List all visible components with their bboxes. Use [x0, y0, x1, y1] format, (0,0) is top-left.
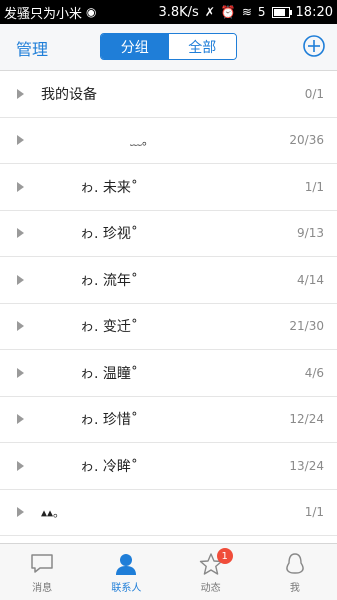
group-count: 21/30 [289, 319, 324, 334]
alarm-icon: ⏰ [220, 5, 236, 19]
clock: 18:20 [295, 4, 333, 20]
nav-messages[interactable]: 消息 [0, 544, 84, 600]
group-name: 我的设备 [41, 86, 97, 103]
group-list: 我的设备 0/1 ﹏。 20/36 ゎ. 未来˚ 1/1 ゎ. 珍视˚ 9/13… [0, 71, 337, 536]
group-name: ▴▴。 [41, 505, 66, 520]
group-name: ゎ. 珍视˚ [80, 226, 138, 243]
group-count: 20/36 [289, 133, 324, 148]
message-icon [31, 554, 53, 573]
mute-icon: ✗ [204, 5, 215, 19]
penguin-icon [286, 553, 304, 574]
group-row-my-devices[interactable]: 我的设备 0/1 [0, 71, 337, 118]
group-row[interactable]: ゎ. 冷眸˚ 13/24 [0, 443, 337, 490]
group-row[interactable]: ゎ. 温瞳˚ 4/6 [0, 350, 337, 397]
group-row[interactable]: ゎ. 未来˚ 1/1 [0, 164, 337, 211]
group-count: 1/1 [304, 505, 324, 520]
group-count: 4/6 [304, 365, 324, 380]
group-row[interactable]: ゎ. 流年˚ 4/14 [0, 257, 337, 304]
group-name: ゎ. 流年˚ [80, 272, 138, 289]
nav-feed[interactable]: 1 动态 [169, 544, 253, 600]
group-row[interactable]: ゎ. 珍惜˚ 12/24 [0, 396, 337, 443]
contacts-icon [116, 554, 137, 575]
manage-button[interactable]: 管理 [16, 36, 48, 60]
caret-right-icon [17, 367, 24, 378]
nav-label: 动态 [200, 583, 221, 594]
group-row[interactable]: ﹏。 20/36 [0, 117, 337, 164]
nav-label: 联系人 [111, 583, 142, 594]
status-bar: 发骚只为小米 ◉ 3.8K/s ✗ ⏰ ≋ 5 18:20 [0, 0, 337, 24]
caret-right-icon [17, 460, 24, 471]
group-row[interactable]: ゎ. 珍视˚ 9/13 [0, 210, 337, 257]
group-name: ゎ. 未来˚ [80, 179, 138, 196]
group-count: 4/14 [297, 272, 324, 287]
group-count: 1/1 [304, 179, 324, 194]
caret-right-icon [17, 88, 24, 99]
notification-badge: 1 [216, 548, 233, 564]
nav-me[interactable]: 我 [253, 544, 337, 600]
group-count: 9/13 [297, 226, 324, 241]
group-name: ゎ. 珍惜˚ [80, 412, 138, 429]
nav-label: 消息 [32, 583, 53, 594]
caret-right-icon [17, 507, 24, 518]
carrier-name: 发骚只为小米 [4, 6, 83, 22]
nav-contacts[interactable]: 联系人 [84, 544, 168, 600]
caret-right-icon [17, 321, 24, 332]
group-name: ﹏。 [130, 133, 155, 148]
caret-right-icon [17, 181, 24, 192]
wifi-icon: ◉ [86, 5, 97, 19]
group-name: ゎ. 冷眸˚ [80, 458, 138, 475]
caret-right-icon [17, 228, 24, 239]
caret-right-icon [17, 414, 24, 425]
group-name: ゎ. 变迁˚ [80, 319, 138, 336]
group-name: ゎ. 温瞳˚ [80, 365, 138, 382]
group-count: 12/24 [289, 412, 324, 427]
group-row[interactable]: ▴▴。 1/1 [0, 489, 337, 536]
group-count: 13/24 [289, 458, 324, 473]
network-speed: 3.8K/s [158, 4, 199, 20]
group-count: 0/1 [304, 86, 324, 101]
nav-label: 我 [289, 583, 300, 594]
caret-right-icon [17, 274, 24, 285]
tab-all[interactable]: 全部 [168, 34, 236, 59]
plus-circle-icon[interactable] [303, 35, 325, 57]
header-bar: 管理 分组 全部 [0, 24, 337, 71]
tab-groups[interactable]: 分组 [101, 34, 169, 59]
caret-right-icon [17, 135, 24, 146]
battery-icon [271, 6, 292, 18]
signal-strength: 5 [257, 5, 266, 19]
view-toggle: 分组 全部 [100, 33, 237, 60]
wifi-signal-icon: ≋ [241, 5, 252, 19]
group-row[interactable]: ゎ. 变迁˚ 21/30 [0, 303, 337, 350]
bottom-nav: 消息 联系人 1 动态 我 [0, 543, 337, 600]
